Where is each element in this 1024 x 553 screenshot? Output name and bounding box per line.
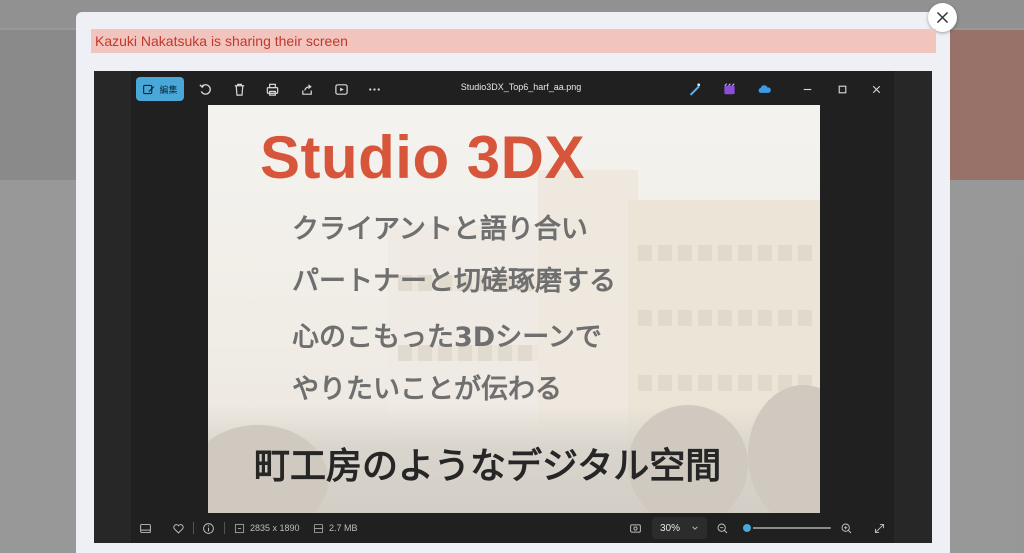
status-separator [224, 522, 225, 534]
edit-button[interactable]: 編集 [136, 77, 184, 101]
close-modal-button[interactable] [928, 3, 957, 32]
delete-button[interactable] [227, 77, 251, 101]
zoom-slider-thumb[interactable] [740, 522, 753, 534]
window-close-button[interactable] [866, 77, 886, 101]
more-icon [368, 87, 380, 91]
info-button[interactable] [202, 520, 215, 536]
favorite-button[interactable] [172, 520, 185, 536]
rotate-icon [198, 83, 211, 95]
zoom-slider[interactable] [740, 522, 831, 534]
minimize-icon [803, 88, 811, 90]
image-text-line-1: クライアントと語り合い [292, 214, 588, 245]
image-text-line-2: パートナーと切磋琢磨する [292, 266, 616, 297]
shared-desktop-right [894, 71, 932, 543]
image-text-line-3: 心のこもった3Dシーンで [292, 322, 602, 353]
onedrive-button[interactable] [751, 77, 777, 101]
delete-icon [234, 83, 244, 96]
edit-label: 編集 [159, 85, 178, 96]
file-size: 2.7 MB [312, 520, 358, 536]
file-name: Studio3DX_Top6_harf_aa.png [460, 82, 582, 92]
image-text-line-4: やりたいことが伝わる [292, 374, 562, 405]
maximize-button[interactable] [832, 77, 852, 101]
designer-button[interactable] [683, 77, 705, 101]
filmstrip-button[interactable] [139, 520, 152, 536]
minimize-button[interactable] [797, 77, 817, 101]
heart-icon [173, 523, 184, 534]
more-button[interactable] [362, 77, 386, 101]
rotate-button[interactable] [193, 77, 217, 101]
slideshow-icon [334, 83, 348, 95]
sharing-banner: Kazuki Nakatsuka is sharing their screen [91, 29, 936, 53]
actual-size-button[interactable] [629, 520, 642, 536]
close-icon [937, 12, 948, 23]
print-button[interactable] [260, 77, 284, 101]
share-icon [301, 83, 312, 95]
zoom-in-button[interactable] [840, 520, 853, 536]
zoom-out-icon [717, 523, 728, 533]
zoom-level-dropdown[interactable]: 30% [652, 517, 707, 539]
image-brand-title: Studio 3DX [260, 124, 586, 191]
image-headline: 町工房のようなデジタル空間 [254, 446, 722, 487]
close-icon [872, 85, 880, 93]
clipchamp-icon [723, 82, 735, 94]
print-icon [266, 83, 278, 96]
share-button[interactable] [295, 77, 319, 101]
dimensions-text: 2835 x 1890 [250, 523, 300, 533]
zoom-in-icon [841, 523, 852, 533]
clipchamp-button[interactable] [718, 77, 740, 101]
fullscreen-button[interactable] [873, 520, 886, 536]
designer-icon [689, 82, 700, 96]
edit-icon [143, 84, 155, 94]
dimensions-icon [234, 523, 245, 533]
zoom-out-button[interactable] [716, 520, 729, 536]
file-size-text: 2.7 MB [329, 523, 358, 533]
maximize-icon [838, 85, 846, 93]
viewer-toolbar: 編集 Studio3DX_Top6_harf_aa.png [131, 74, 894, 104]
actual-size-icon [630, 523, 641, 533]
viewer-status-bar: 2835 x 1890 2.7 MB 30% [131, 514, 894, 542]
onedrive-icon [758, 84, 771, 93]
filmstrip-icon [140, 523, 151, 533]
image-dimensions: 2835 x 1890 [233, 520, 300, 536]
slideshow-button[interactable] [329, 77, 353, 101]
info-icon [203, 522, 214, 534]
shared-desktop-left [94, 71, 131, 543]
zoom-level: 30% [660, 522, 681, 534]
chevron-down-icon [692, 526, 698, 530]
status-separator [193, 522, 194, 534]
storage-icon [313, 523, 324, 533]
fullscreen-icon [874, 523, 885, 533]
